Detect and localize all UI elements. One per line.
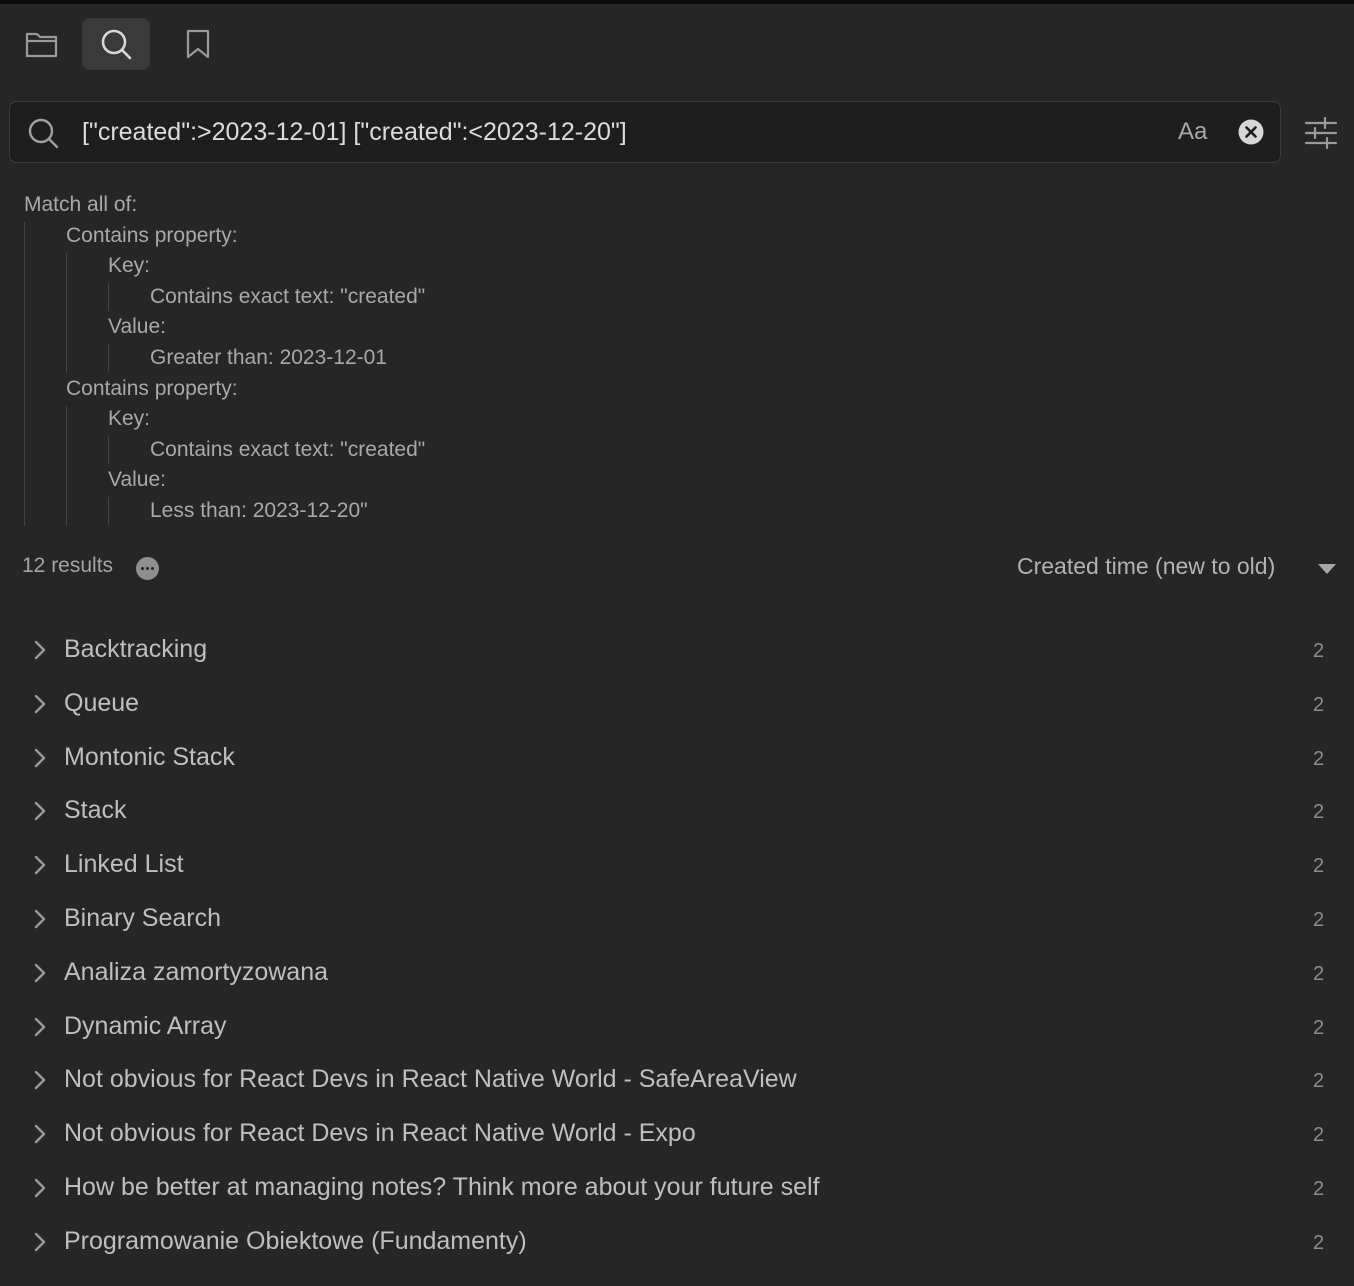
- search-icon: [28, 118, 59, 149]
- result-item[interactable]: Linked List 2: [0, 839, 1354, 891]
- result-item[interactable]: Analiza zamortyzowana 2: [0, 947, 1354, 999]
- match-case-toggle[interactable]: Aa: [1178, 118, 1207, 146]
- explain-key-condition: Contains exact text: "created": [150, 438, 426, 461]
- chevron-right-icon[interactable]: [31, 1069, 49, 1091]
- bookmarks-tab[interactable]: [172, 18, 224, 70]
- result-title[interactable]: Queue: [64, 689, 139, 718]
- result-match-count: 2: [1313, 963, 1325, 985]
- result-match-count: 2: [1313, 801, 1325, 823]
- more-options-icon[interactable]: [136, 557, 159, 580]
- result-item[interactable]: How be better at managing notes? Think m…: [0, 1162, 1354, 1214]
- explain-property: Contains property:: [66, 377, 238, 400]
- bookmark-icon: [186, 29, 210, 59]
- tree-guide: [108, 436, 109, 464]
- folder-icon: [25, 32, 58, 58]
- sort-order-dropdown[interactable]: Created time (new to old): [1017, 553, 1275, 580]
- tree-guide: [108, 344, 109, 372]
- result-match-count: 2: [1313, 694, 1325, 716]
- chevron-right-icon[interactable]: [31, 962, 49, 984]
- result-title[interactable]: Stack: [64, 796, 127, 825]
- search-input[interactable]: [82, 112, 1162, 152]
- explain-key-condition: Contains exact text: "created": [150, 285, 426, 308]
- search-bar: Aa: [9, 101, 1281, 163]
- result-title[interactable]: Not obvious for React Devs in React Nati…: [64, 1119, 696, 1148]
- tree-guide: [24, 222, 25, 526]
- explain-value: Value:: [108, 315, 166, 338]
- chevron-right-icon[interactable]: [31, 639, 49, 661]
- chevron-right-icon[interactable]: [31, 693, 49, 715]
- result-match-count: 2: [1313, 1124, 1325, 1146]
- files-tab[interactable]: [16, 18, 68, 70]
- explain-value-condition: Greater than: 2023-12-01: [150, 346, 387, 369]
- explain-property: Contains property:: [66, 224, 238, 247]
- result-title[interactable]: Backtracking: [64, 635, 207, 664]
- result-item[interactable]: Dynamic Array 2: [0, 1001, 1354, 1053]
- search-tab[interactable]: [82, 18, 150, 70]
- chevron-right-icon[interactable]: [31, 1016, 49, 1038]
- result-title[interactable]: How be better at managing notes? Think m…: [64, 1173, 820, 1202]
- tree-guide: [108, 497, 109, 525]
- clear-search-icon[interactable]: [1238, 119, 1264, 145]
- result-match-count: 2: [1313, 748, 1325, 770]
- result-title[interactable]: Dynamic Array: [64, 1012, 227, 1041]
- result-match-count: 2: [1313, 640, 1325, 662]
- chevron-down-icon[interactable]: [1318, 564, 1336, 574]
- tree-guide: [66, 406, 67, 526]
- explain-value: Value:: [108, 468, 166, 491]
- result-item[interactable]: Not obvious for React Devs in React Nati…: [0, 1108, 1354, 1160]
- chevron-right-icon[interactable]: [31, 908, 49, 930]
- result-item[interactable]: Stack 2: [0, 785, 1354, 837]
- result-item[interactable]: Binary Search 2: [0, 893, 1354, 945]
- search-icon: [101, 29, 132, 60]
- result-item[interactable]: Not obvious for React Devs in React Nati…: [0, 1054, 1354, 1106]
- explain-key: Key:: [108, 254, 151, 277]
- result-item[interactable]: Programowanie Obiektowe (Fundamenty) 2: [0, 1216, 1354, 1268]
- result-match-count: 2: [1313, 1070, 1325, 1092]
- tree-guide: [66, 253, 67, 373]
- result-match-count: 2: [1313, 909, 1325, 931]
- result-title[interactable]: Not obvious for React Devs in React Nati…: [64, 1065, 797, 1094]
- explain-value-condition: Less than: 2023-12-20": [150, 499, 368, 522]
- tree-guide: [108, 283, 109, 311]
- explain-key: Key:: [108, 407, 151, 430]
- chevron-right-icon[interactable]: [31, 1231, 49, 1253]
- result-title[interactable]: Linked List: [64, 850, 184, 879]
- result-match-count: 2: [1313, 1232, 1325, 1254]
- result-match-count: 2: [1313, 1178, 1325, 1200]
- result-title[interactable]: Montonic Stack: [64, 743, 235, 772]
- result-title[interactable]: Binary Search: [64, 904, 221, 933]
- result-match-count: 2: [1313, 1017, 1325, 1039]
- chevron-right-icon[interactable]: [31, 747, 49, 769]
- result-match-count: 2: [1313, 855, 1325, 877]
- result-item[interactable]: Montonic Stack 2: [0, 732, 1354, 784]
- chevron-right-icon[interactable]: [31, 1123, 49, 1145]
- sidebar-tab-bar: [0, 18, 246, 70]
- search-settings-icon[interactable]: [1303, 115, 1339, 151]
- result-item[interactable]: Backtracking 2: [0, 624, 1354, 676]
- chevron-right-icon[interactable]: [31, 854, 49, 876]
- result-title[interactable]: Analiza zamortyzowana: [64, 958, 328, 987]
- result-item[interactable]: Queue 2: [0, 678, 1354, 730]
- results-count: 12 results: [22, 554, 114, 577]
- chevron-right-icon[interactable]: [31, 800, 49, 822]
- search-pane: Aa Match all of: Contains property: Key:…: [0, 0, 1354, 1286]
- explain-root: Match all of:: [24, 193, 138, 216]
- result-title[interactable]: Programowanie Obiektowe (Fundamenty): [64, 1227, 527, 1256]
- chevron-right-icon[interactable]: [31, 1177, 49, 1199]
